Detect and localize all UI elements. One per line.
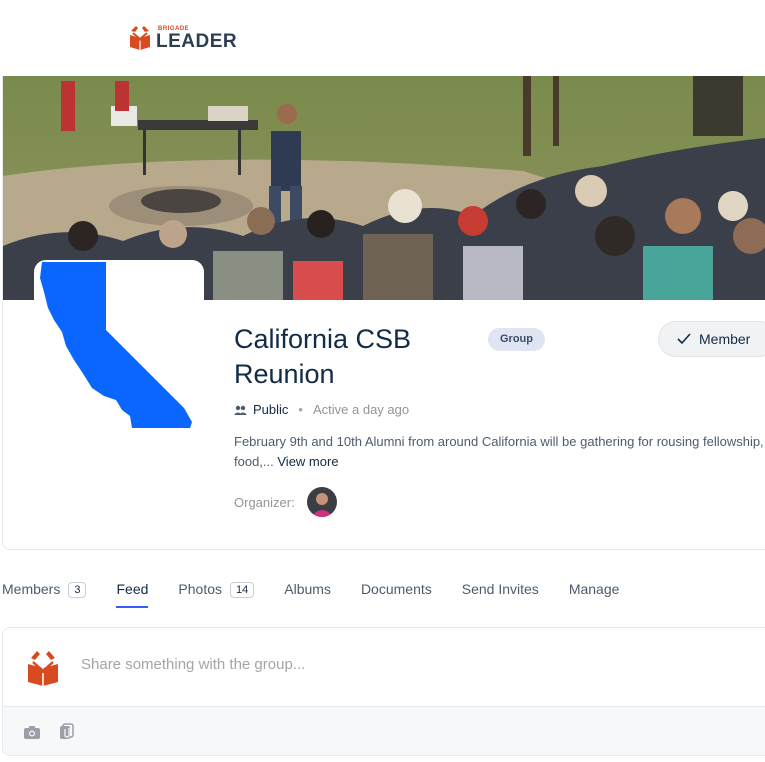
- activity-label: Active a day ago: [312, 402, 410, 417]
- organizer-avatar[interactable]: [306, 487, 337, 517]
- users-icon: [234, 405, 247, 415]
- tab-send-invites[interactable]: Send Invites: [462, 570, 539, 610]
- group-meta: Public • Active a day ago: [234, 402, 409, 417]
- members-count-badge: 3: [68, 582, 87, 598]
- tab-members[interactable]: Members 3: [2, 570, 87, 610]
- tab-photos[interactable]: Photos 14: [178, 570, 255, 610]
- tab-documents[interactable]: Documents: [361, 570, 432, 610]
- california-map-image: [40, 262, 192, 428]
- description-line-2: food,...: [234, 454, 274, 469]
- privacy-label: Public: [253, 402, 289, 417]
- group-header-card: California CSB Reunion Group Member Publ…: [2, 76, 765, 550]
- organizer-label: Organizer:: [234, 494, 295, 510]
- group-avatar[interactable]: [34, 260, 204, 430]
- group-title: California CSB Reunion: [234, 324, 412, 389]
- composer-toolbar: [3, 706, 765, 755]
- site-logo[interactable]: BRIGADE LEADER: [128, 23, 237, 51]
- separator-dot: •: [298, 402, 303, 417]
- view-more-link[interactable]: View more: [277, 454, 338, 469]
- group-tabs: Members 3 Feed Photos 14 Albums Document…: [2, 570, 649, 610]
- tab-feed[interactable]: Feed: [116, 570, 149, 608]
- group-description: February 9th and 10th Alumni from around…: [234, 432, 765, 472]
- tab-manage[interactable]: Manage: [569, 570, 620, 610]
- group-type-badge: Group: [488, 328, 545, 351]
- photos-count-badge: 14: [230, 582, 255, 598]
- member-button-label: Member: [699, 331, 751, 347]
- top-bar: BRIGADE LEADER: [0, 0, 765, 76]
- logo-big-text: LEADER: [156, 31, 238, 52]
- brigade-logo-icon: [130, 26, 150, 50]
- member-button[interactable]: Member: [658, 321, 765, 357]
- organizer-row: Organizer:: [234, 487, 337, 517]
- attachment-icon[interactable]: [57, 723, 75, 741]
- post-composer: [2, 627, 765, 756]
- camera-icon[interactable]: [23, 723, 41, 741]
- share-input[interactable]: [81, 656, 581, 673]
- check-icon: [677, 333, 691, 345]
- description-line-1: February 9th and 10th Alumni from around…: [234, 434, 764, 449]
- tab-albums[interactable]: Albums: [284, 570, 331, 610]
- user-avatar: [28, 651, 58, 686]
